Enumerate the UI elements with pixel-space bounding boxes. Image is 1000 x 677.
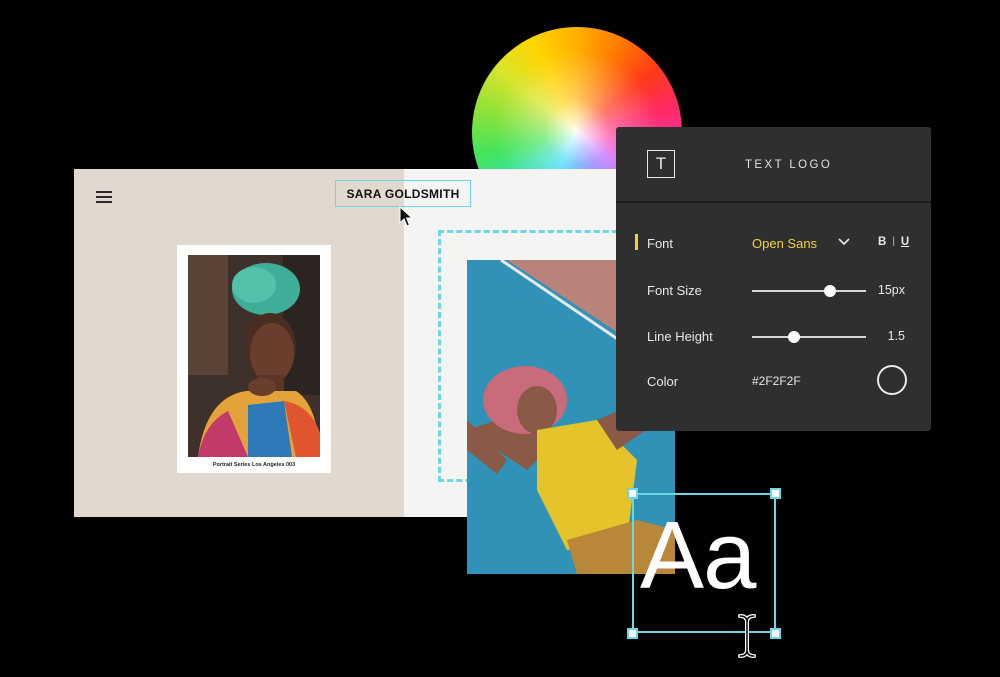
text-t-icon: T bbox=[647, 150, 675, 178]
mouse-pointer-icon bbox=[399, 206, 413, 227]
active-row-indicator bbox=[635, 234, 638, 250]
panel-header: T TEXT LOGO bbox=[616, 127, 931, 203]
portrait-photo bbox=[188, 255, 320, 457]
resize-handle-top-left[interactable] bbox=[627, 488, 638, 499]
underline-button[interactable]: U bbox=[901, 236, 909, 248]
font-size-row: Font Size 15px bbox=[616, 280, 931, 302]
portrait-card: Portrait Series Los Angeles 003 bbox=[177, 245, 331, 473]
text-cursor-icon bbox=[738, 614, 756, 658]
color-label: Color bbox=[647, 374, 679, 389]
chevron-down-icon[interactable] bbox=[838, 237, 850, 247]
color-hex-value[interactable]: #2F2F2F bbox=[752, 374, 801, 388]
format-separator: | bbox=[892, 236, 895, 247]
line-height-slider-handle[interactable] bbox=[788, 331, 801, 343]
selection-box[interactable] bbox=[632, 493, 776, 633]
portrait-caption: Portrait Series Los Angeles 003 bbox=[212, 462, 296, 468]
line-height-slider[interactable] bbox=[752, 331, 866, 343]
site-title-logo[interactable]: SARA GOLDSMITH bbox=[335, 180, 471, 207]
color-row: Color #2F2F2F bbox=[616, 365, 931, 395]
panel-title: TEXT LOGO bbox=[745, 159, 833, 171]
text-logo-panel: T TEXT LOGO Font Open Sans B | U Font Si… bbox=[616, 127, 931, 431]
line-height-label: Line Height bbox=[647, 329, 713, 344]
line-height-value: 1.5 bbox=[887, 329, 905, 343]
resize-handle-bottom-left[interactable] bbox=[627, 628, 638, 639]
font-label: Font bbox=[647, 236, 674, 251]
font-row: Font Open Sans B | U bbox=[616, 233, 931, 255]
bold-button[interactable]: B bbox=[878, 236, 886, 248]
hamburger-menu-icon[interactable] bbox=[96, 191, 112, 203]
text-format-controls: B | U bbox=[878, 236, 909, 248]
font-size-slider-handle[interactable] bbox=[823, 285, 836, 297]
font-size-label: Font Size bbox=[647, 283, 702, 298]
font-select[interactable]: Open Sans bbox=[752, 236, 817, 251]
font-size-value: 15px bbox=[877, 283, 905, 297]
color-swatch[interactable] bbox=[877, 365, 907, 395]
resize-handle-bottom-right[interactable] bbox=[770, 628, 781, 639]
line-height-row: Line Height 1.5 bbox=[616, 326, 931, 348]
resize-handle-top-right[interactable] bbox=[770, 488, 781, 499]
font-size-slider[interactable] bbox=[752, 285, 866, 297]
